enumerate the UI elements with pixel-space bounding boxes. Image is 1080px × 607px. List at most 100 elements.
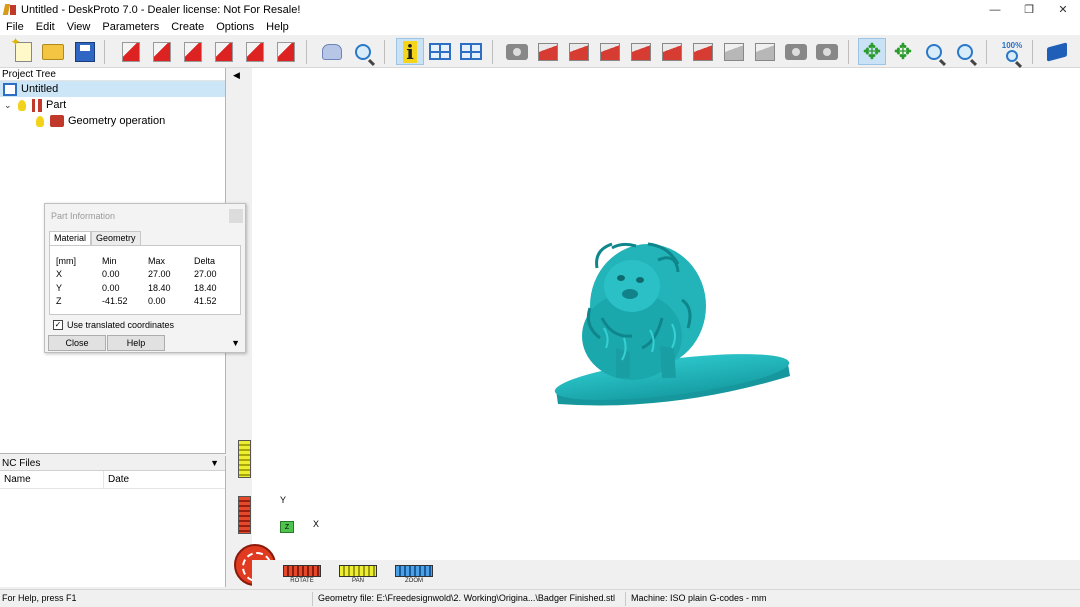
zoom-window-button[interactable] (952, 39, 978, 64)
view-custom-button[interactable] (752, 39, 778, 64)
rotate-arrows-icon: ✥ (862, 38, 882, 64)
status-geometry-file: Geometry file: E:\Freedesignwold\2. Work… (318, 593, 615, 603)
tab-geometry[interactable]: Geometry (91, 231, 141, 246)
menu-options[interactable]: Options (210, 21, 260, 33)
close-button[interactable]: Close (48, 335, 106, 351)
view-bottom-button[interactable] (690, 39, 716, 64)
operation-button[interactable] (149, 39, 175, 64)
nc-files-title: NC Files (2, 458, 41, 469)
min-cell: 0.00 (102, 282, 120, 293)
view-front-icon (538, 42, 558, 61)
dialog-title-text: Part Information (51, 211, 116, 221)
bulb-icon[interactable] (18, 99, 26, 111)
tab-material[interactable]: Material (49, 231, 92, 246)
tool-button[interactable] (211, 39, 237, 64)
toolbar-separator (104, 40, 105, 64)
zoom-wheel[interactable] (395, 565, 433, 577)
camera-button[interactable] (504, 39, 530, 64)
rotate-wheel[interactable] (283, 565, 321, 577)
nc-files-columns: Name Date (0, 471, 225, 489)
tree-item-part[interactable]: ⌄ Part (0, 97, 225, 113)
rotate-mode-button[interactable]: ✥ (858, 38, 886, 65)
restore-button[interactable]: ❐ (1012, 0, 1046, 19)
expand-down-icon[interactable]: ▼ (231, 338, 240, 348)
menu-create[interactable]: Create (165, 21, 210, 33)
open-button[interactable] (40, 39, 66, 64)
camera-grey-button[interactable] (814, 39, 840, 64)
zoom-window-icon (957, 43, 973, 60)
view-controls-bar: ROTATE PAN ZOOM (252, 560, 1080, 587)
zoom-100-button[interactable]: 100% (999, 39, 1025, 64)
collapse-arrow-icon[interactable]: ◀ (233, 70, 240, 81)
menu-view[interactable]: View (61, 21, 97, 33)
view-top-button[interactable] (659, 39, 685, 64)
dropdown-arrow-icon[interactable]: ▼ (210, 456, 219, 470)
rotate-vertical-wheel[interactable] (238, 496, 251, 534)
column-date[interactable]: Date (104, 471, 133, 488)
toolbar-separator (492, 40, 493, 64)
view-right-button[interactable] (628, 39, 654, 64)
bulb-icon[interactable] (36, 115, 44, 127)
translated-coords-checkbox[interactable]: ✓ Use translated coordinates (53, 320, 174, 330)
zoom-in-button[interactable] (921, 39, 947, 64)
dialog-close-icon[interactable] (229, 209, 243, 223)
pan-arrows-icon: ✥ (893, 38, 913, 64)
save-button[interactable] (72, 39, 98, 64)
axis-x-label: X (313, 519, 320, 529)
tree-item-label: Geometry operation (68, 115, 166, 127)
menu-edit[interactable]: Edit (30, 21, 61, 33)
3d-viewport[interactable] (252, 68, 1080, 560)
chevron-down-icon[interactable]: ⌄ (4, 100, 14, 111)
export-button[interactable] (273, 39, 299, 64)
column-name[interactable]: Name (0, 471, 104, 488)
checkbox-checked-icon[interactable]: ✓ (53, 320, 63, 330)
view-back-icon (569, 42, 589, 61)
checkbox-label: Use translated coordinates (67, 320, 175, 330)
tree-item-label: Untitled (21, 83, 59, 95)
pan-label: PAN (352, 578, 364, 584)
table-header-row: [mm] Min Max Delta (56, 254, 234, 268)
menu-help[interactable]: Help (260, 21, 295, 33)
part-params-button[interactable] (118, 39, 144, 64)
tree-item-project[interactable]: Untitled (0, 81, 225, 97)
menu-bar: File Edit View Parameters Create Options… (0, 19, 1080, 35)
search-shape-button[interactable] (350, 39, 376, 64)
delta-cell: 27.00 (194, 269, 217, 280)
manual-button[interactable] (1044, 39, 1070, 64)
new-project-button[interactable] (10, 35, 36, 64)
window-controls: — ❐ ✕ (978, 0, 1080, 19)
book-icon (1047, 41, 1067, 62)
window-button[interactable] (427, 39, 453, 64)
menu-file[interactable]: File (0, 21, 30, 33)
pan-vertical-wheel[interactable] (238, 440, 251, 478)
zoom-100-label: 100% (1001, 41, 1023, 50)
view-iso-button[interactable] (721, 39, 747, 64)
info-icon: i (403, 40, 417, 64)
drawing-button[interactable] (242, 39, 268, 64)
table-row: Y 0.00 18.40 18.40 (56, 281, 234, 295)
camera-red-button[interactable] (783, 39, 809, 64)
part-info-button[interactable]: i (396, 38, 424, 65)
dialog-tabs: Material Geometry (49, 231, 141, 246)
pan-mode-button[interactable]: ✥ (890, 39, 916, 64)
minimize-button[interactable]: — (978, 0, 1012, 19)
axis-cell: X (56, 269, 63, 280)
screen-button[interactable] (458, 39, 484, 64)
header-delta: Delta (194, 255, 216, 266)
zoom-in-icon (926, 43, 942, 60)
help-button[interactable]: Help (107, 335, 165, 351)
view-front-button[interactable] (535, 39, 561, 64)
view-left-button[interactable] (597, 39, 623, 64)
menu-parameters[interactable]: Parameters (96, 21, 165, 33)
shape-button[interactable] (319, 39, 345, 64)
view-iso-icon (724, 42, 744, 61)
material-button[interactable] (180, 39, 206, 64)
close-window-button[interactable]: ✕ (1046, 0, 1080, 19)
toolbar-separator (986, 40, 987, 64)
shape-icon (322, 43, 342, 60)
dialog-title: Part Information (45, 204, 245, 226)
tree-item-geometry-operation[interactable]: Geometry operation (0, 113, 225, 129)
pan-wheel[interactable] (339, 565, 377, 577)
view-back-button[interactable] (566, 39, 592, 64)
axis-y-label: Y (280, 495, 287, 505)
